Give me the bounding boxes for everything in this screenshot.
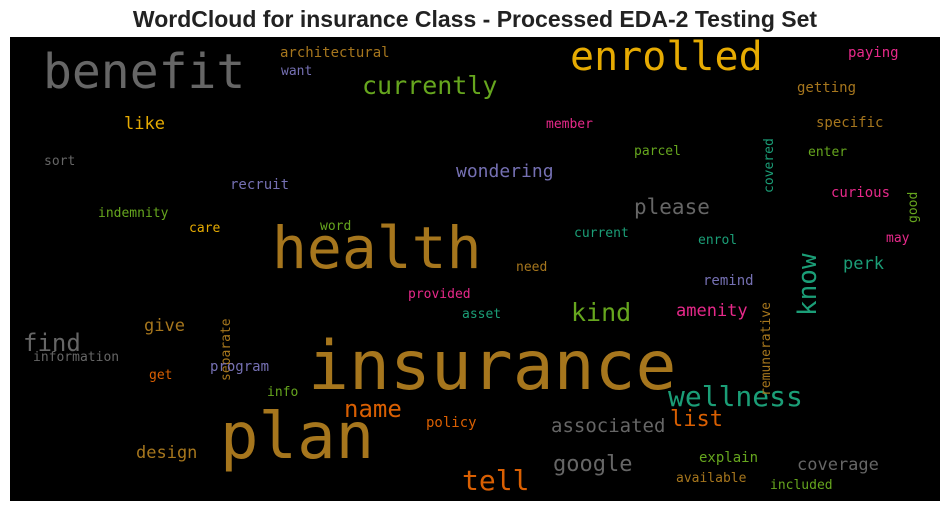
word-insurance: insurance (308, 327, 677, 406)
word-enrolled: enrolled (570, 37, 763, 80)
word-associated: associated (551, 415, 666, 437)
word-cloud: insurance plan health benefit enrolled wellne… (10, 37, 940, 501)
word-good: good (906, 191, 921, 224)
word-covered: covered (762, 137, 777, 193)
word-paying: paying (848, 45, 899, 61)
word-member: member (546, 117, 593, 132)
word-program: program (210, 359, 270, 375)
word-kind: kind (571, 298, 632, 327)
word-name: name (344, 395, 402, 423)
word-word: word (320, 219, 352, 234)
word-parcel: parcel (634, 144, 681, 159)
word-google: google (553, 452, 633, 477)
word-design: design (136, 443, 198, 463)
word-like: like (124, 114, 165, 134)
word-sort: sort (44, 154, 76, 169)
word-enrol: enrol (698, 233, 738, 248)
word-get: get (149, 368, 173, 383)
word-enter: enter (808, 145, 848, 160)
word-may: may (886, 231, 910, 246)
word-available: available (676, 471, 747, 486)
word-know: know (793, 253, 823, 317)
word-curious: curious (831, 185, 891, 201)
word-give: give (144, 316, 185, 336)
word-current: current (574, 226, 629, 241)
word-please: please (634, 195, 710, 219)
word-care: care (189, 221, 221, 236)
word-architectural: architectural (280, 45, 390, 61)
word-currently: currently (362, 71, 498, 100)
word-list: list (670, 407, 723, 432)
word-information: information (33, 350, 120, 365)
word-perk: perk (843, 254, 884, 274)
word-recruit: recruit (230, 177, 290, 193)
word-tell: tell (462, 464, 530, 497)
word-specific: specific (816, 115, 884, 131)
word-remunerative: remunerative (759, 301, 774, 396)
word-policy: policy (426, 415, 477, 431)
word-wondering: wondering (456, 161, 554, 182)
word-need: need (516, 260, 548, 275)
word-explain: explain (699, 450, 759, 466)
word-getting: getting (797, 80, 857, 96)
word-provided: provided (408, 287, 471, 302)
word-amenity: amenity (676, 301, 748, 321)
word-indemnity: indemnity (98, 206, 169, 221)
word-info: info (267, 385, 299, 400)
word-coverage: coverage (797, 455, 879, 475)
word-health: health (272, 214, 482, 282)
word-benefit: benefit (43, 44, 246, 100)
word-included: included (770, 478, 833, 493)
chart-title: WordCloud for insurance Class - Processe… (132, 6, 818, 32)
word-want: want (281, 64, 313, 79)
word-remind: remind (703, 273, 754, 289)
word-asset: asset (462, 307, 502, 322)
